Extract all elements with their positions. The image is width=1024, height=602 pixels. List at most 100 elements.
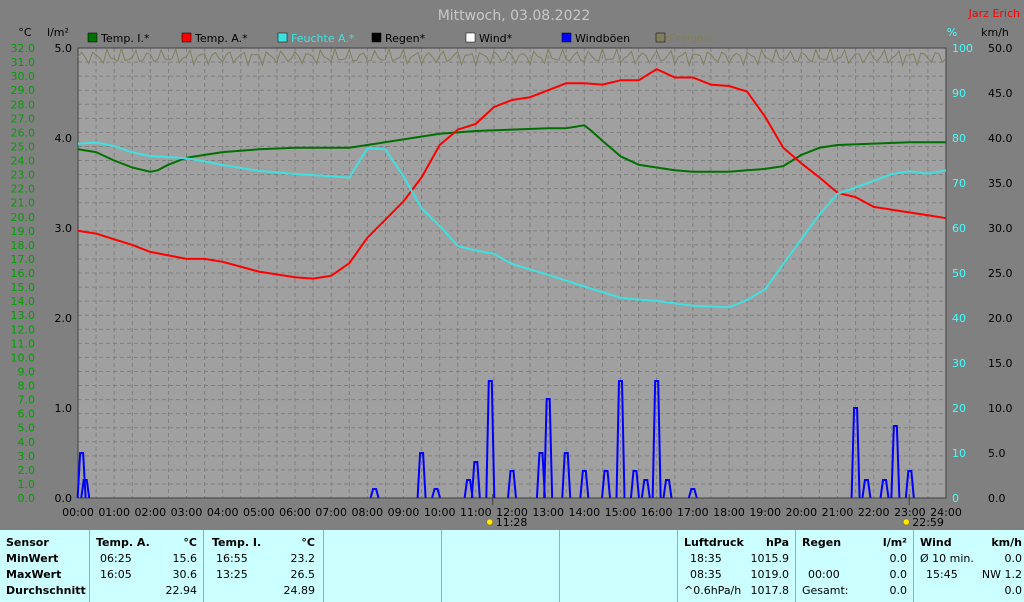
hour-tick-label: 01:00 [98, 506, 130, 519]
temp-tick-label: 14.0 [11, 295, 36, 308]
temp-tick-label: 12.0 [11, 323, 36, 336]
weather-chart: Mittwoch, 03.08.2022 Jarz Erich °C l/m²% km/… [0, 0, 1024, 530]
panel-labels: Sensor MinWert MaxWert Durchschnitt [0, 530, 90, 602]
hour-tick-label: 04:00 [207, 506, 239, 519]
temp-i-avg: 24.89 [283, 584, 316, 597]
rain-tick-label: 3.0 [55, 222, 73, 235]
rain-total: 0.0 [889, 584, 908, 597]
temp-tick-label: 10.0 [11, 351, 36, 364]
chart-canvas: Mittwoch, 03.08.2022 Jarz Erich °C l/m²% km/… [11, 7, 1021, 529]
panel-wind: Wind km/h Ø 10 min. 0.0 15:45 NW 1.2 0.0 [914, 530, 1024, 602]
temp-a-name: Temp. A. [96, 536, 150, 549]
wind-max-val: NW 1.2 [981, 568, 1022, 581]
wind-name: Wind [920, 536, 952, 549]
humidity-tick-label: 60 [952, 222, 966, 235]
hour-tick-label: 16:00 [641, 506, 673, 519]
panel-pressure: Luftdruck hPa 18:35 1015.9 08:35 1019.0 … [678, 530, 796, 602]
humidity-tick-label: 50 [952, 267, 966, 280]
rain-tick-label: 0.0 [55, 492, 73, 505]
temp-tick-label: 26.0 [11, 126, 36, 139]
wind-unit-label: km/h [981, 26, 1009, 39]
legend-label: Ereignis [669, 32, 713, 45]
wind-tick-label: 0.0 [988, 492, 1006, 505]
temp-a-min-val: 15.6 [172, 552, 198, 565]
legend-swatch [87, 32, 98, 43]
marker-time-label: 22:59 [912, 516, 944, 529]
wind-tick-label: 20.0 [988, 312, 1013, 325]
panel-temp-a: Temp. A. °C 06:25 15.6 16:05 30.6 22.94 [90, 530, 204, 602]
wind-avg-val: 0.0 [1004, 552, 1023, 565]
label-max: MaxWert [6, 568, 62, 581]
legend-swatch [561, 32, 572, 43]
rain-max-val: 0.0 [889, 568, 908, 581]
wind-unit: km/h [991, 536, 1022, 549]
chart-title: Mittwoch, 03.08.2022 [438, 8, 591, 24]
hour-tick-label: 21:00 [822, 506, 854, 519]
panel-empty-1 [324, 530, 442, 602]
pressure-min-time: 18:35 [690, 552, 722, 565]
humidity-tick-label: 70 [952, 177, 966, 190]
hour-tick-label: 17:00 [677, 506, 709, 519]
legend-swatch [465, 32, 476, 43]
legend-label: Temp. A.* [194, 32, 248, 45]
temp-tick-label: 4.0 [18, 436, 36, 449]
rain-max-time: 00:00 [808, 568, 840, 581]
humidity-tick-label: 80 [952, 132, 966, 145]
hour-tick-label: 09:00 [388, 506, 420, 519]
pressure-name: Luftdruck [684, 536, 744, 549]
label-min: MinWert [6, 552, 59, 565]
temp-tick-label: 29.0 [11, 84, 36, 97]
temp-a-min-time: 06:25 [100, 552, 132, 565]
legend-swatch [181, 32, 192, 43]
temp-i-max-time: 13:25 [216, 568, 248, 581]
temp-tick-label: 18.0 [11, 239, 36, 252]
legend-label: Wind* [479, 32, 513, 45]
rain-unit: l/m² [882, 536, 907, 549]
hour-tick-label: 02:00 [134, 506, 166, 519]
temp-tick-label: 1.0 [18, 478, 36, 491]
legend-label: Temp. I.* [100, 32, 150, 45]
pressure-unit: hPa [765, 536, 789, 549]
rain-unit-label: l/m² [47, 26, 69, 39]
temp-tick-label: 20.0 [11, 211, 36, 224]
hour-tick-label: 20:00 [785, 506, 817, 519]
humidity-tick-label: 30 [952, 357, 966, 370]
label-avg: Durchschnitt [6, 584, 86, 597]
wind-avg-label: Ø 10 min. [920, 552, 974, 565]
hour-tick-label: 07:00 [315, 506, 347, 519]
rain-tick-label: 4.0 [55, 132, 73, 145]
rain-min-val: 0.0 [889, 552, 908, 565]
legend-swatch [277, 32, 288, 43]
wind-tick-label: 10.0 [988, 402, 1013, 415]
temp-tick-label: 23.0 [11, 169, 36, 182]
pressure-avg: 1017.8 [750, 584, 790, 597]
rain-tick-label: 1.0 [55, 402, 73, 415]
temp-i-min-time: 16:55 [216, 552, 248, 565]
temp-i-name: Temp. I. [212, 536, 262, 549]
sun-icon [486, 518, 493, 526]
hour-tick-label: 18:00 [713, 506, 745, 519]
humidity-tick-label: 90 [952, 87, 966, 100]
temp-tick-label: 9.0 [18, 365, 36, 378]
panel-rain: Regen l/m² 0.0 00:00 0.0 Gesamt: 0.0 [796, 530, 914, 602]
temp-tick-label: 22.0 [11, 183, 36, 196]
temp-a-avg: 22.94 [165, 584, 198, 597]
humidity-tick-label: 20 [952, 402, 966, 415]
wind-tick-label: 5.0 [988, 447, 1006, 460]
panel-empty-3 [560, 530, 678, 602]
legend-swatch [655, 32, 666, 43]
hour-tick-label: 11:00 [460, 506, 492, 519]
rain-total-label: Gesamt: [802, 584, 849, 597]
temp-tick-label: 21.0 [11, 197, 36, 210]
temp-tick-label: 30.0 [11, 70, 36, 83]
temp-tick-label: 13.0 [11, 309, 36, 322]
hour-tick-label: 06:00 [279, 506, 311, 519]
wind-tick-label: 25.0 [988, 267, 1013, 280]
temp-a-max-time: 16:05 [100, 568, 132, 581]
rain-tick-label: 2.0 [55, 312, 73, 325]
sun-icon [902, 518, 910, 526]
hour-tick-label: 10:00 [424, 506, 456, 519]
label-sensor: Sensor [6, 536, 49, 549]
wind-tick-label: 15.0 [988, 357, 1013, 370]
hour-tick-label: 05:00 [243, 506, 275, 519]
